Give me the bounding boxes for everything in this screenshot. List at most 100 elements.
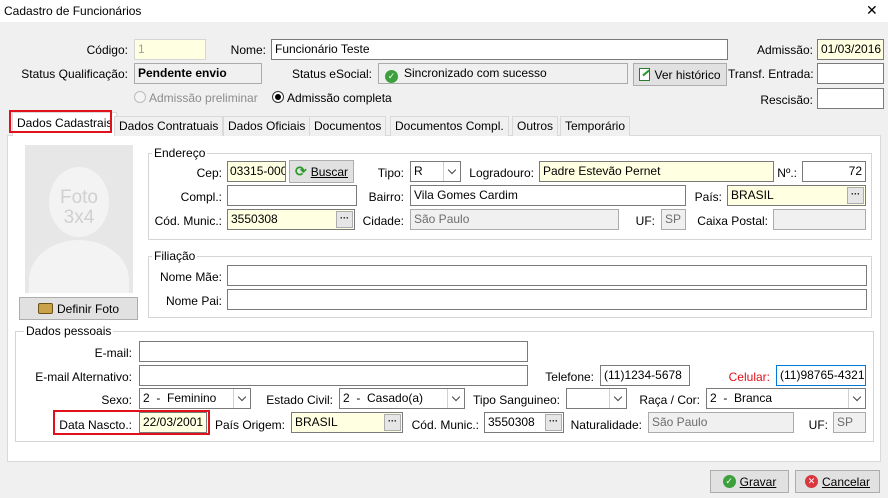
bairro-field[interactable]: Vila Gomes Cardim <box>410 185 686 206</box>
radio-preliminar[interactable] <box>134 91 146 103</box>
status-qualificacao-label: Status Qualificação: <box>21 67 128 81</box>
nome-mae-label: Nome Mãe: <box>159 270 222 284</box>
window-title: Cadastro de Funcionários <box>4 4 142 18</box>
email-field[interactable] <box>139 341 528 362</box>
cod-munic-field[interactable]: 3550308 ··· <box>227 209 355 230</box>
admissao-label: Admissão: <box>756 43 813 57</box>
compl-field[interactable] <box>227 185 357 206</box>
dados-pessoais-title: Dados pessoais <box>24 324 114 338</box>
photo-text-2: 3x4 <box>63 207 95 228</box>
nome-label: Nome: <box>230 43 266 57</box>
cod-munic-pessoais-value: 3550308 <box>488 415 535 429</box>
check-circle-icon: ✓ <box>722 475 736 488</box>
check-circle-icon: ✓ <box>385 70 398 83</box>
cod-munic-value: 3550308 <box>231 212 278 226</box>
uf-pessoais-label: UF: <box>808 418 828 432</box>
status-esocial-value: Sincronizado com sucesso <box>404 66 547 80</box>
estado-civil-select[interactable]: 2 - Casado(a) <box>339 388 465 409</box>
edit-document-icon <box>639 68 651 81</box>
rescisao-field[interactable] <box>817 88 884 109</box>
uf-label: UF: <box>635 214 655 228</box>
tab-documentos-compl[interactable]: Documentos Compl. <box>390 116 509 136</box>
tab-dados-oficiais[interactable]: Dados Oficiais <box>223 116 311 136</box>
pais-label: País: <box>694 190 722 204</box>
celular-field[interactable]: (11)98765-4321 <box>776 365 866 386</box>
radio-completa[interactable] <box>272 91 284 103</box>
tab-temporario[interactable]: Temporário <box>560 116 631 136</box>
definir-foto-button[interactable]: Definir Foto <box>19 297 138 320</box>
numero-label: Nº.: <box>777 166 797 180</box>
status-esocial-field: ✓ Sincronizado com sucesso <box>378 63 628 84</box>
numero-field[interactable]: 72 <box>802 161 866 182</box>
celular-label: Celular: <box>728 370 770 384</box>
cep-label: Cep: <box>196 166 222 180</box>
raca-cor-value: 2 - Branca <box>710 391 773 405</box>
status-esocial-label: Status eSocial: <box>291 67 372 81</box>
ver-historico-button[interactable]: Ver histórico <box>633 63 727 86</box>
ellipsis-icon[interactable]: ··· <box>545 414 562 431</box>
tab-outros[interactable]: Outros <box>512 116 559 136</box>
nome-pai-field[interactable] <box>227 289 867 310</box>
telefone-field[interactable]: (11)1234-5678 <box>600 365 690 386</box>
pais-field[interactable]: BRASIL ··· <box>727 185 866 206</box>
naturalidade-field: São Paulo <box>648 412 794 433</box>
ellipsis-icon[interactable]: ··· <box>847 187 864 204</box>
radio-completa-label: Admissão completa <box>287 91 392 105</box>
tipo-sanguineo-label: Tipo Sanguineo: <box>473 393 560 407</box>
transf-entrada-label: Transf. Entrada: <box>728 67 814 81</box>
codigo-field[interactable]: 1 <box>134 39 206 60</box>
logradouro-field[interactable]: Padre Estevão Pernet <box>539 161 774 182</box>
buscar-label: Buscar <box>310 164 349 179</box>
tab-dados-contratuais[interactable]: Dados Contratuais <box>114 116 224 136</box>
codigo-label: Código: <box>86 43 128 57</box>
cancelar-button[interactable]: ✕ Cancelar <box>795 470 880 493</box>
ellipsis-icon[interactable]: ··· <box>336 211 353 228</box>
email-label: E-mail: <box>94 346 132 360</box>
uf-field: SP <box>661 209 686 230</box>
photo-placeholder: Foto 3x4 <box>25 145 133 293</box>
refresh-icon: ⟳ <box>294 163 307 179</box>
chevron-down-icon <box>443 162 460 181</box>
status-qualificacao-field: Pendente envio <box>134 63 262 84</box>
raca-cor-select[interactable]: 2 - Branca <box>706 388 866 409</box>
tipo-select[interactable]: R <box>410 161 461 182</box>
camera-icon <box>37 303 53 314</box>
ellipsis-icon[interactable]: ··· <box>384 414 401 431</box>
email-alt-label: E-mail Alternativo: <box>35 370 132 384</box>
nome-pai-label: Nome Pai: <box>165 294 222 308</box>
buscar-button[interactable]: ⟳ Buscar <box>289 160 354 183</box>
cep-field[interactable]: 03315-000 <box>227 161 286 182</box>
close-icon[interactable]: ✕ <box>866 3 878 17</box>
sexo-label: Sexo: <box>101 393 132 407</box>
chevron-down-icon <box>848 389 865 408</box>
tab-highlight <box>9 110 112 133</box>
gravar-button[interactable]: ✓ Gravar <box>710 470 789 493</box>
uf-pessoais-field: SP <box>833 412 866 433</box>
cod-munic-pessoais-field[interactable]: 3550308 ··· <box>484 412 564 433</box>
tipo-label: Tipo: <box>377 166 404 180</box>
transf-entrada-field[interactable] <box>817 63 884 84</box>
estado-civil-value: 2 - Casado(a) <box>343 391 424 405</box>
sexo-value: 2 - Feminino <box>143 391 217 405</box>
tipo-sanguineo-select[interactable] <box>566 388 627 409</box>
admissao-field[interactable]: 01/03/2016 <box>817 39 884 60</box>
ver-historico-label: Ver histórico <box>654 67 721 82</box>
cod-munic-label: Cód. Munic.: <box>154 214 222 228</box>
naturalidade-label: Naturalidade: <box>570 418 642 432</box>
cidade-field: São Paulo <box>410 209 619 230</box>
pais-value: BRASIL <box>731 188 774 202</box>
logradouro-label: Logradouro: <box>469 166 534 180</box>
pais-origem-value: BRASIL <box>295 415 338 429</box>
endereco-title: Endereço <box>152 146 208 160</box>
pais-origem-field[interactable]: BRASIL ··· <box>291 412 403 433</box>
chevron-down-icon <box>609 389 626 408</box>
sexo-select[interactable]: 2 - Feminino <box>139 388 251 409</box>
cancelar-label: Cancelar <box>821 474 871 489</box>
telefone-label: Telefone: <box>545 370 594 384</box>
cancel-circle-icon: ✕ <box>804 475 818 488</box>
raca-cor-label: Raça / Cor: <box>639 393 700 407</box>
tab-documentos[interactable]: Documentos <box>309 116 387 136</box>
nome-field[interactable]: Funcionário Teste <box>271 39 728 60</box>
email-alt-field[interactable] <box>139 365 528 386</box>
nome-mae-field[interactable] <box>227 265 867 286</box>
